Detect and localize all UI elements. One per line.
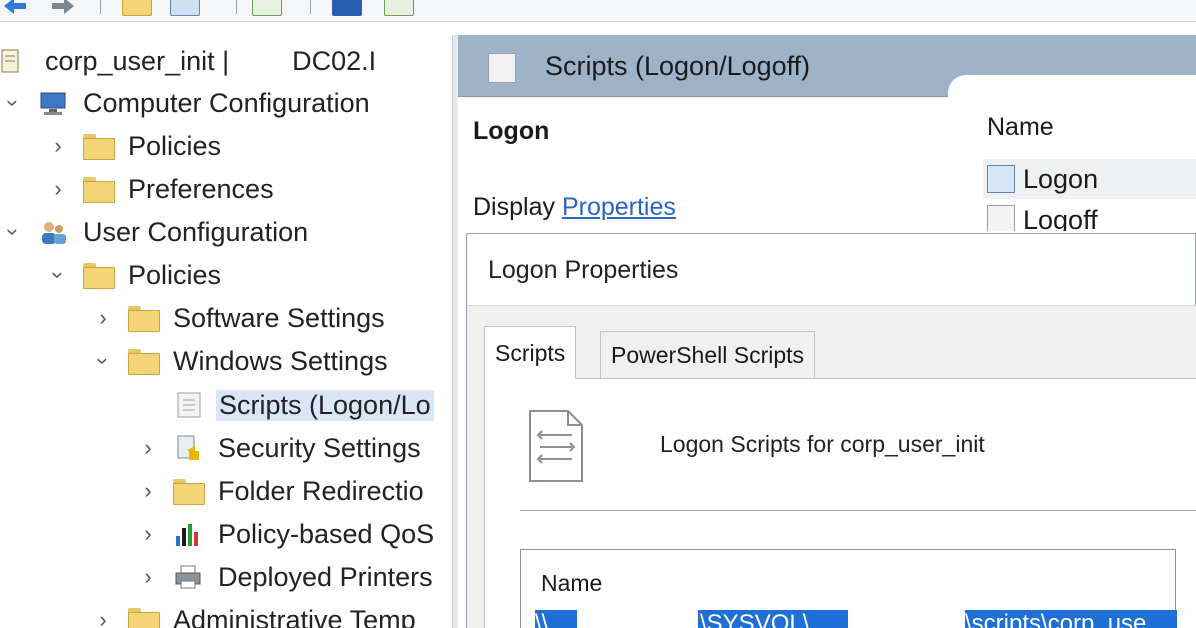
chevron-down-icon[interactable]: ›: [0, 90, 26, 116]
tree-item-preferences[interactable]: › Preferences: [45, 169, 277, 209]
chevron-right-icon[interactable]: ›: [45, 176, 71, 202]
logon-properties-dialog: Logon Properties Scripts PowerShell Scri…: [466, 233, 1196, 628]
tree-item-label: Scripts (Logon/Lo: [216, 389, 434, 421]
properties-icon[interactable]: [384, 0, 414, 16]
details-header: Scripts (Logon/Logoff): [458, 35, 1196, 99]
tree-item-label: Preferences: [128, 173, 274, 204]
tree-item-label: Policies: [128, 130, 222, 161]
users-icon: [38, 218, 68, 246]
tree-item-label: Folder Redirectio: [218, 475, 424, 506]
dialog-body: Scripts PowerShell Scripts Logon Scripts…: [467, 305, 1196, 628]
folder-icon: [128, 306, 160, 332]
tree-item-label: Software Settings: [173, 302, 385, 333]
folder-icon: [128, 349, 160, 375]
list-item-label: Logoff: [1023, 205, 1098, 231]
display-properties-line: Display Properties: [473, 193, 676, 222]
tree-item-security-settings[interactable]: › Security Settings: [135, 428, 424, 468]
computer-icon: [38, 89, 68, 117]
tab-scripts[interactable]: Scripts: [484, 326, 577, 379]
selected-path-part: \\: [535, 610, 577, 628]
properties-link[interactable]: Properties: [562, 193, 676, 221]
chevron-right-icon[interactable]: ›: [135, 478, 161, 504]
folder-icon: [173, 479, 205, 505]
scripts-heading: Logon Scripts for corp_user_init: [660, 431, 985, 457]
tree-root-dc: DC02.I: [292, 45, 377, 76]
chevron-right-icon[interactable]: ›: [135, 521, 161, 547]
gpo-scroll-icon: [0, 47, 22, 75]
divider: [520, 510, 1196, 511]
tree-root-gpo[interactable]: corp_user_init | DC02.I: [0, 41, 376, 81]
details-header-title: Scripts (Logon/Logoff): [545, 51, 811, 81]
scripts-icon: [488, 53, 516, 83]
chevron-right-icon[interactable]: ›: [90, 607, 116, 628]
script-icon: [987, 205, 1015, 231]
tree-item-administrative-templates[interactable]: › Administrative Temp: [90, 600, 419, 628]
chevron-right-icon[interactable]: ›: [45, 133, 71, 159]
tree-item-windows-settings[interactable]: › Windows Settings: [90, 341, 391, 381]
list-item-logoff[interactable]: Logoff: [983, 205, 1196, 231]
tree-item-label: Security Settings: [218, 432, 421, 463]
tree-item-policy-based-qos[interactable]: › Policy-based QoS: [135, 514, 437, 554]
up-folder-icon[interactable]: [122, 0, 152, 16]
tree-item-computer-configuration[interactable]: › Computer Configuration: [0, 83, 373, 123]
toolbar-separator: [100, 0, 101, 14]
folder-icon: [128, 608, 160, 628]
help-icon[interactable]: [332, 0, 362, 16]
display-prefix: Display: [473, 193, 555, 221]
section-heading: Logon: [473, 117, 550, 145]
chevron-down-icon[interactable]: ›: [0, 219, 26, 245]
bar-chart-icon: [173, 520, 203, 548]
printer-icon: [173, 563, 203, 591]
tree-item-label: Administrative Temp: [173, 604, 416, 628]
tree-item-label: Deployed Printers: [218, 561, 433, 592]
tree-item-label: Policy-based QoS: [218, 518, 435, 549]
folder-icon: [83, 263, 115, 289]
tree-item-deployed-printers[interactable]: › Deployed Printers: [135, 557, 436, 597]
tab-powershell-scripts[interactable]: PowerShell Scripts: [600, 331, 816, 379]
back-arrow-icon[interactable]: [0, 0, 30, 16]
chevron-down-icon[interactable]: ›: [90, 348, 116, 374]
selected-path-part: \SYSVOL\: [698, 610, 848, 628]
tree-item-user-configuration[interactable]: › User Configuration: [0, 212, 311, 252]
script-document-icon: [526, 407, 586, 485]
toolbar-separator: [310, 0, 311, 14]
script-icon: [987, 165, 1015, 193]
list-item-label: Logon: [1023, 163, 1099, 194]
scripts-icon: [174, 391, 204, 419]
tree-item-label: Windows Settings: [173, 345, 388, 376]
chevron-right-icon[interactable]: ›: [90, 305, 116, 331]
chevron-right-icon[interactable]: ›: [135, 564, 161, 590]
scripts-tab-panel: Logon Scripts for corp_user_init Name \\…: [484, 378, 1196, 628]
tree-item-software-settings[interactable]: › Software Settings: [90, 298, 388, 338]
toolbar: [0, 0, 1196, 22]
tree-root-label: corp_user_init |: [45, 45, 230, 76]
folder-icon: [83, 134, 115, 160]
console-tree: corp_user_init | DC02.I › Computer Confi…: [0, 35, 452, 628]
tree-item-folder-redirection[interactable]: › Folder Redirectio: [135, 471, 427, 511]
toolbar-separator: [236, 0, 237, 14]
chevron-right-icon[interactable]: ›: [135, 435, 161, 461]
folder-icon: [83, 177, 115, 203]
export-list-icon[interactable]: [252, 0, 282, 16]
tree-item-policies[interactable]: › Policies: [45, 126, 224, 166]
tree-item-label: Computer Configuration: [83, 87, 370, 118]
tree-item-label: Policies: [128, 259, 222, 290]
tree-item-scripts-logon-logoff[interactable]: Scripts (Logon/Lo: [174, 385, 434, 425]
column-header-name[interactable]: Name: [987, 113, 1054, 142]
scripts-list[interactable]: Name \\ \SYSVOL\ \scripts\corp_use: [520, 549, 1177, 628]
show-hide-tree-icon[interactable]: [170, 0, 200, 16]
list-item-logon[interactable]: Logon: [983, 159, 1196, 199]
tree-item-label: User Configuration: [83, 216, 309, 247]
header-corner: [948, 75, 1196, 99]
column-header-name[interactable]: Name: [541, 570, 602, 597]
tree-item-user-policies[interactable]: › Policies: [45, 255, 224, 295]
security-settings-icon: [173, 434, 203, 462]
selected-path-part: \scripts\corp_use: [965, 610, 1177, 628]
forward-arrow-icon[interactable]: [48, 0, 78, 16]
chevron-down-icon[interactable]: ›: [45, 262, 71, 288]
dialog-title: Logon Properties: [488, 256, 679, 284]
table-row-selected-script[interactable]: \\ \SYSVOL\ \scripts\corp_use: [535, 610, 1177, 628]
